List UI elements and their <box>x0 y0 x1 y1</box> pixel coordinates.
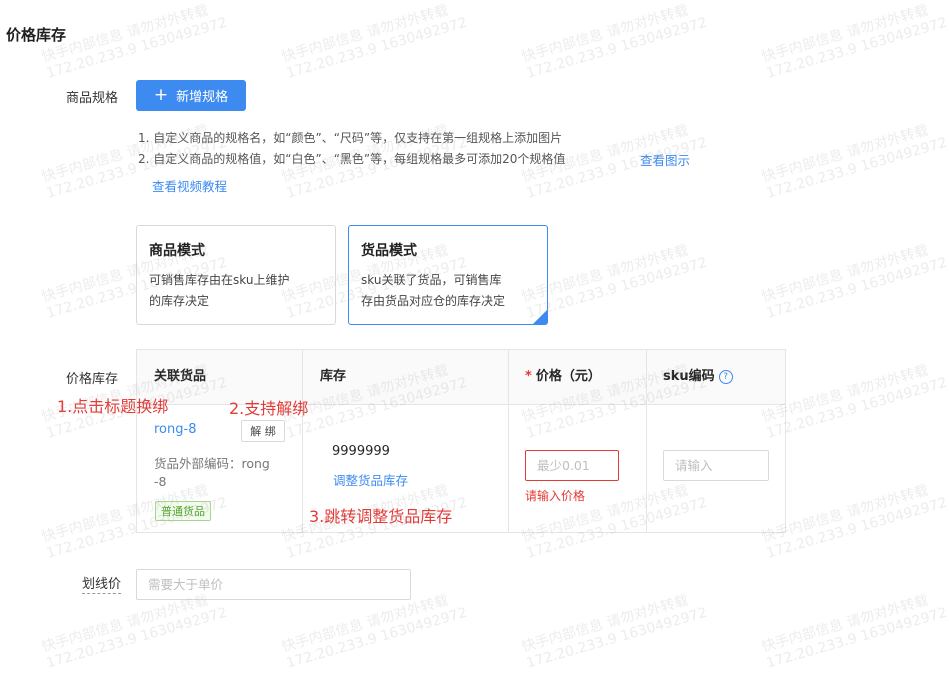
watermark-text: 快手内部信息 请勿对外转载172.20.233.9 1630492972 <box>280 592 469 672</box>
annotation-rebind: 1.点击标题换绑 <box>57 397 169 416</box>
required-mark: * <box>525 369 532 384</box>
column-header-price-label: 价格（元） <box>535 369 601 384</box>
unbind-button[interactable]: 解 绑 <box>241 420 285 442</box>
check-icon: ✓ <box>533 310 560 324</box>
goods-name-link[interactable]: rong-8 <box>154 422 196 437</box>
mode-card-goods[interactable]: 商品模式 可销售库存由在sku上维护 的库存决定 <box>136 225 336 325</box>
mode-desc-line: 可销售库存由在sku上维护 <box>149 273 290 287</box>
mode-title: 商品模式 <box>149 243 205 259</box>
strike-price-label: 划线价 <box>82 577 122 594</box>
watermark-text: 快手内部信息 请勿对外转载172.20.233.9 1630492972 <box>280 2 469 82</box>
external-code-suffix: -8 <box>154 474 167 489</box>
view-video-link[interactable]: 查看视频教程 <box>152 176 227 195</box>
column-divider <box>646 350 647 532</box>
mode-title: 货品模式 <box>361 243 417 259</box>
annotation-unbind: 2.支持解绑 <box>229 399 309 418</box>
view-image-link[interactable]: 查看图示 <box>640 150 690 169</box>
watermark-text: 快手内部信息 请勿对外转载172.20.233.9 1630492972 <box>760 2 949 82</box>
price-error-message: 请输入价格 <box>525 489 586 503</box>
spec-tip-2: 2. 自定义商品的规格值，如“白色”、“黑色”等，每组规格最多可添加20个规格值 <box>138 152 566 166</box>
section-title: 价格库存 <box>6 26 67 44</box>
watermark-text: 快手内部信息 请勿对外转载172.20.233.9 1630492972 <box>40 2 229 82</box>
column-divider <box>508 350 509 532</box>
help-icon[interactable]: ? <box>718 369 733 384</box>
add-spec-button[interactable]: + 新增规格 <box>136 80 246 111</box>
plus-icon: + <box>153 85 169 105</box>
column-header-sku-code-label: sku编码 <box>663 369 715 384</box>
add-spec-button-label: 新增规格 <box>176 90 229 105</box>
column-header-sku-code: sku编码? <box>663 350 733 404</box>
goods-type-badge: 普通货品 <box>155 501 211 521</box>
column-header-stock: 库存 <box>320 369 347 384</box>
stock-value: 9999999 <box>332 444 390 459</box>
watermark-text: 快手内部信息 请勿对外转载172.20.233.9 1630492972 <box>760 592 949 672</box>
sku-code-input[interactable]: 请输入 <box>663 450 769 481</box>
watermark-text: 快手内部信息 请勿对外转载172.20.233.9 1630492972 <box>760 482 949 562</box>
watermark-text: 快手内部信息 请勿对外转载172.20.233.9 1630492972 <box>520 2 709 82</box>
spec-tip-1: 1. 自定义商品的规格名，如“颜色”、“尺码”等，仅支持在第一组规格上添加图片 <box>138 131 563 145</box>
price-input[interactable]: 最少0.01 <box>525 450 619 481</box>
spec-label: 商品规格 <box>66 91 119 106</box>
mode-desc-line: 的库存决定 <box>149 294 210 308</box>
column-divider <box>302 350 303 532</box>
watermark-text: 快手内部信息 请勿对外转载172.20.233.9 1630492972 <box>520 242 709 322</box>
external-code: 货品外部编码：rong <box>154 456 270 471</box>
annotation-adjust-stock: 3.跳转调整货品库存 <box>309 507 453 526</box>
strike-price-input[interactable]: 需要大于单价 <box>136 569 411 600</box>
watermark-text: 快手内部信息 请勿对外转载172.20.233.9 1630492972 <box>520 592 709 672</box>
mode-card-inventory[interactable]: 货品模式 sku关联了货品，可销售库 存由货品对应仓的库存决定 ✓ <box>348 225 560 325</box>
sku-table: 关联货品 库存 * 价格（元） sku编码? rong-8 解 绑 货品外部编码：… <box>136 349 786 533</box>
adjust-stock-link[interactable]: 调整货品库存 <box>333 470 408 489</box>
column-header-price: * 价格（元） <box>525 350 601 404</box>
watermark-text: 快手内部信息 请勿对外转载172.20.233.9 1630492972 <box>760 362 949 442</box>
mode-desc-line: 存由货品对应仓的库存决定 <box>361 294 506 308</box>
watermark-text: 快手内部信息 请勿对外转载172.20.233.9 1630492972 <box>40 592 229 672</box>
mode-desc-line: sku关联了货品，可销售库 <box>361 273 502 287</box>
watermark-text: 快手内部信息 请勿对外转载172.20.233.9 1630492972 <box>760 242 949 322</box>
watermark-text: 快手内部信息 请勿对外转载172.20.233.9 1630492972 <box>760 122 949 202</box>
price-stock-label: 价格库存 <box>66 372 119 387</box>
